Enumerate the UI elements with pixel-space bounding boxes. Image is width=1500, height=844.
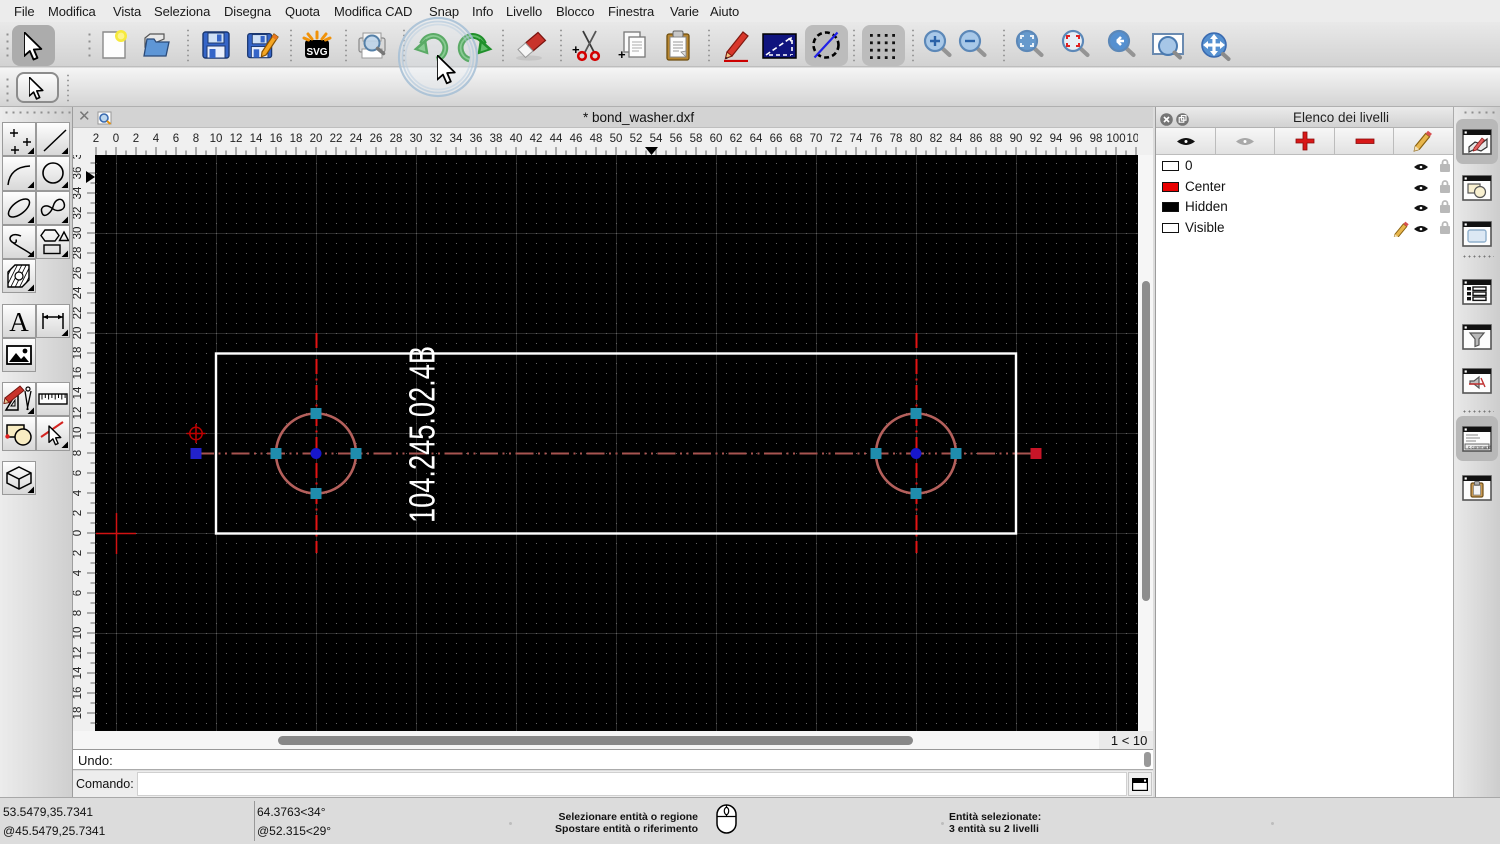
svg-text:100: 100 (1106, 133, 1125, 145)
svg-text:104.245.02.4B: 104.245.02.4B (402, 346, 443, 523)
svg-text:46: 46 (570, 133, 583, 145)
svg-text:18: 18 (73, 707, 84, 720)
svg-text:4: 4 (73, 569, 84, 576)
svg-text:c command: c command (1468, 444, 1492, 449)
svg-text:48: 48 (590, 133, 603, 145)
svg-text:34: 34 (450, 133, 463, 145)
svg-text:+: + (618, 47, 626, 62)
svg-text:78: 78 (890, 133, 903, 145)
svg-text:44: 44 (550, 133, 563, 145)
svg-text:60: 60 (710, 133, 723, 145)
svg-text:42: 42 (530, 133, 543, 145)
svg-text:36: 36 (470, 133, 483, 145)
svg-text:26: 26 (73, 267, 84, 280)
svg-text:50: 50 (610, 133, 623, 145)
svg-text:18: 18 (73, 347, 84, 360)
svg-text:58: 58 (690, 133, 703, 145)
svg-text:6: 6 (73, 470, 84, 476)
svg-text:90: 90 (1010, 133, 1023, 145)
svg-text:80: 80 (910, 133, 923, 145)
svg-text:86: 86 (970, 133, 983, 145)
svg-text:30: 30 (73, 227, 84, 240)
svg-text:74: 74 (850, 133, 863, 145)
svg-text:28: 28 (390, 133, 403, 145)
svg-text:72: 72 (830, 133, 843, 145)
svg-text:26: 26 (370, 133, 383, 145)
svg-text:20: 20 (310, 133, 323, 145)
svg-text:8: 8 (73, 610, 84, 616)
svg-text:16: 16 (270, 133, 283, 145)
svg-text:32: 32 (73, 207, 84, 220)
svg-text:16: 16 (73, 687, 84, 700)
svg-text:12: 12 (230, 133, 243, 145)
svg-text:6: 6 (73, 590, 84, 596)
svg-text:14: 14 (73, 386, 84, 399)
svg-text:84: 84 (950, 133, 963, 145)
svg-text:10: 10 (73, 627, 84, 640)
svg-text:2: 2 (73, 550, 84, 556)
svg-text:4: 4 (73, 489, 84, 496)
svg-text:+: + (572, 42, 580, 57)
svg-text:24: 24 (350, 133, 363, 145)
svg-text:94: 94 (1050, 133, 1063, 145)
svg-text:38: 38 (73, 155, 84, 159)
svg-text:54: 54 (650, 133, 663, 145)
svg-text:0: 0 (113, 133, 119, 145)
svg-text:24: 24 (73, 286, 84, 299)
svg-text:76: 76 (870, 133, 883, 145)
svg-text:4: 4 (153, 133, 160, 145)
svg-text:30: 30 (410, 133, 423, 145)
svg-text:36: 36 (73, 167, 84, 180)
svg-text:10: 10 (73, 427, 84, 440)
svg-text:56: 56 (670, 133, 683, 145)
svg-text:22: 22 (330, 133, 343, 145)
svg-text:70: 70 (810, 133, 823, 145)
svg-text:8: 8 (73, 450, 84, 456)
svg-text:38: 38 (490, 133, 503, 145)
svg-text:SVG: SVG (306, 47, 327, 58)
svg-text:16: 16 (73, 367, 84, 380)
svg-text:14: 14 (73, 666, 84, 679)
svg-text:92: 92 (1030, 133, 1043, 145)
svg-text:14: 14 (250, 133, 263, 145)
svg-text:32: 32 (430, 133, 443, 145)
svg-text:8: 8 (193, 133, 199, 145)
svg-text:2: 2 (133, 133, 139, 145)
svg-text:2: 2 (73, 510, 84, 516)
svg-text:96: 96 (1070, 133, 1083, 145)
svg-text:18: 18 (290, 133, 303, 145)
svg-text:40: 40 (510, 133, 523, 145)
svg-text:10: 10 (210, 133, 223, 145)
svg-text:12: 12 (73, 407, 84, 420)
svg-text:2: 2 (93, 133, 99, 145)
svg-text:64: 64 (750, 133, 763, 145)
svg-text:88: 88 (990, 133, 1003, 145)
svg-text:20: 20 (73, 327, 84, 340)
svg-text:62: 62 (730, 133, 743, 145)
svg-text:34: 34 (73, 186, 84, 199)
svg-text:6: 6 (173, 133, 179, 145)
svg-text:22: 22 (73, 307, 84, 320)
svg-text:66: 66 (770, 133, 783, 145)
svg-text:A: A (9, 307, 29, 337)
svg-text:68: 68 (790, 133, 803, 145)
svg-text:12: 12 (73, 647, 84, 660)
svg-text:0: 0 (73, 530, 84, 536)
svg-text:102: 102 (1126, 133, 1145, 145)
svg-text:98: 98 (1090, 133, 1103, 145)
svg-text:82: 82 (930, 133, 943, 145)
svg-text:52: 52 (630, 133, 643, 145)
svg-text:28: 28 (73, 247, 84, 260)
